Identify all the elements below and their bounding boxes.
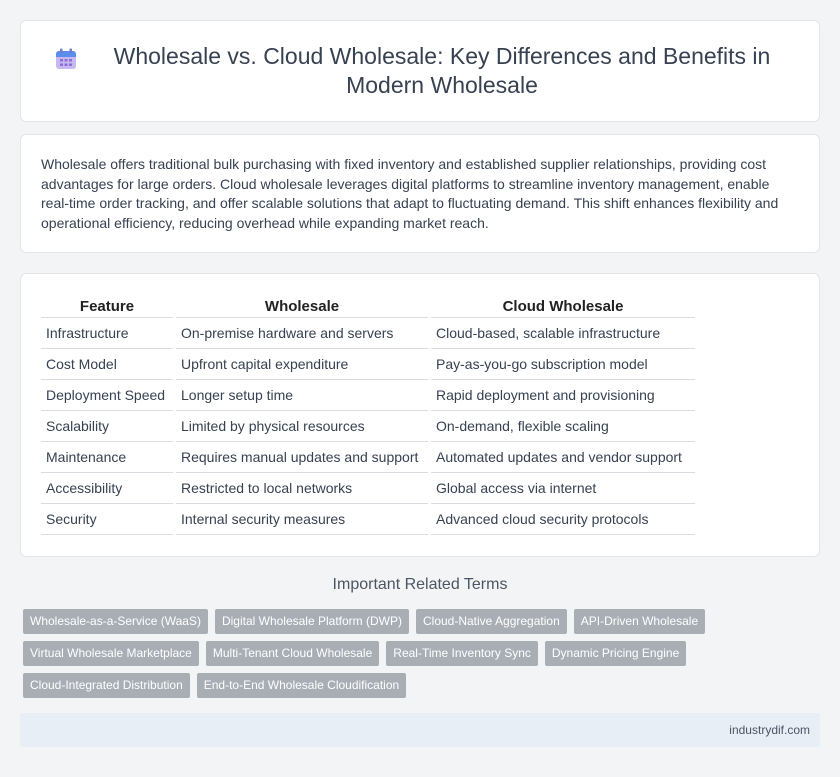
table-row: Deployment Speed Longer setup time Rapid… — [41, 380, 695, 411]
related-terms-tags: Wholesale-as-a-Service (WaaS) Digital Wh… — [20, 609, 820, 705]
cell-cloud: On-demand, flexible scaling — [431, 411, 695, 442]
comparison-table: Feature Wholesale Cloud Wholesale Infras… — [38, 296, 698, 535]
footer-site-link[interactable]: industrydif.com — [729, 723, 810, 737]
tag-api-driven-wholesale[interactable]: API-Driven Wholesale — [573, 609, 706, 634]
cell-wholesale: Restricted to local networks — [176, 473, 428, 504]
cell-wholesale: On-premise hardware and servers — [176, 318, 428, 349]
tag-waas[interactable]: Wholesale-as-a-Service (WaaS) — [23, 609, 208, 634]
header-card: Wholesale vs. Cloud Wholesale: Key Diffe… — [20, 20, 820, 122]
cell-cloud: Automated updates and vendor support — [431, 442, 695, 473]
tag-virtual-wholesale-marketplace[interactable]: Virtual Wholesale Marketplace — [23, 641, 199, 666]
header-wholesale: Wholesale — [176, 296, 428, 318]
table-header-row: Feature Wholesale Cloud Wholesale — [41, 296, 695, 318]
header-feature: Feature — [41, 296, 173, 318]
tag-dynamic-pricing-engine[interactable]: Dynamic Pricing Engine — [544, 641, 687, 666]
tag-real-time-inventory-sync[interactable]: Real-Time Inventory Sync — [386, 641, 538, 666]
related-terms-section: Important Related Terms Wholesale-as-a-S… — [20, 576, 820, 705]
cell-feature: Infrastructure — [41, 318, 173, 349]
page-title: Wholesale vs. Cloud Wholesale: Key Diffe… — [113, 43, 771, 98]
table-row: Accessibility Restricted to local networ… — [41, 473, 695, 504]
tag-cloud-integrated-distribution[interactable]: Cloud-Integrated Distribution — [23, 673, 190, 698]
cell-feature: Scalability — [41, 411, 173, 442]
cell-wholesale: Limited by physical resources — [176, 411, 428, 442]
header-cloud-wholesale: Cloud Wholesale — [431, 296, 695, 318]
comparison-card: Feature Wholesale Cloud Wholesale Infras… — [20, 273, 820, 557]
table-row: Maintenance Requires manual updates and … — [41, 442, 695, 473]
cell-cloud: Advanced cloud security protocols — [431, 504, 695, 535]
cell-cloud: Rapid deployment and provisioning — [431, 380, 695, 411]
related-terms-title: Important Related Terms — [332, 576, 508, 593]
footer: industrydif.com — [20, 713, 820, 747]
tag-multi-tenant-cloud-wholesale[interactable]: Multi-Tenant Cloud Wholesale — [205, 641, 380, 666]
cell-feature: Security — [41, 504, 173, 535]
table-row: Scalability Limited by physical resource… — [41, 411, 695, 442]
cell-wholesale: Upfront capital expenditure — [176, 349, 428, 380]
cell-cloud: Pay-as-you-go subscription model — [431, 349, 695, 380]
table-row: Infrastructure On-premise hardware and s… — [41, 318, 695, 349]
calendar-icon — [56, 48, 76, 69]
cell-feature: Cost Model — [41, 349, 173, 380]
cell-feature: Deployment Speed — [41, 380, 173, 411]
cell-wholesale: Internal security measures — [176, 504, 428, 535]
tag-dwp[interactable]: Digital Wholesale Platform (DWP) — [214, 609, 409, 634]
intro-card: Wholesale offers traditional bulk purcha… — [20, 134, 820, 253]
intro-paragraph: Wholesale offers traditional bulk purcha… — [41, 156, 779, 231]
table-row: Cost Model Upfront capital expenditure P… — [41, 349, 695, 380]
tag-end-to-end-cloudification[interactable]: End-to-End Wholesale Cloudification — [196, 673, 407, 698]
cell-wholesale: Longer setup time — [176, 380, 428, 411]
cell-feature: Accessibility — [41, 473, 173, 504]
tag-cloud-native-aggregation[interactable]: Cloud-Native Aggregation — [415, 609, 567, 634]
cell-cloud: Cloud-based, scalable infrastructure — [431, 318, 695, 349]
table-row: Security Internal security measures Adva… — [41, 504, 695, 535]
cell-wholesale: Requires manual updates and support — [176, 442, 428, 473]
cell-feature: Maintenance — [41, 442, 173, 473]
cell-cloud: Global access via internet — [431, 473, 695, 504]
